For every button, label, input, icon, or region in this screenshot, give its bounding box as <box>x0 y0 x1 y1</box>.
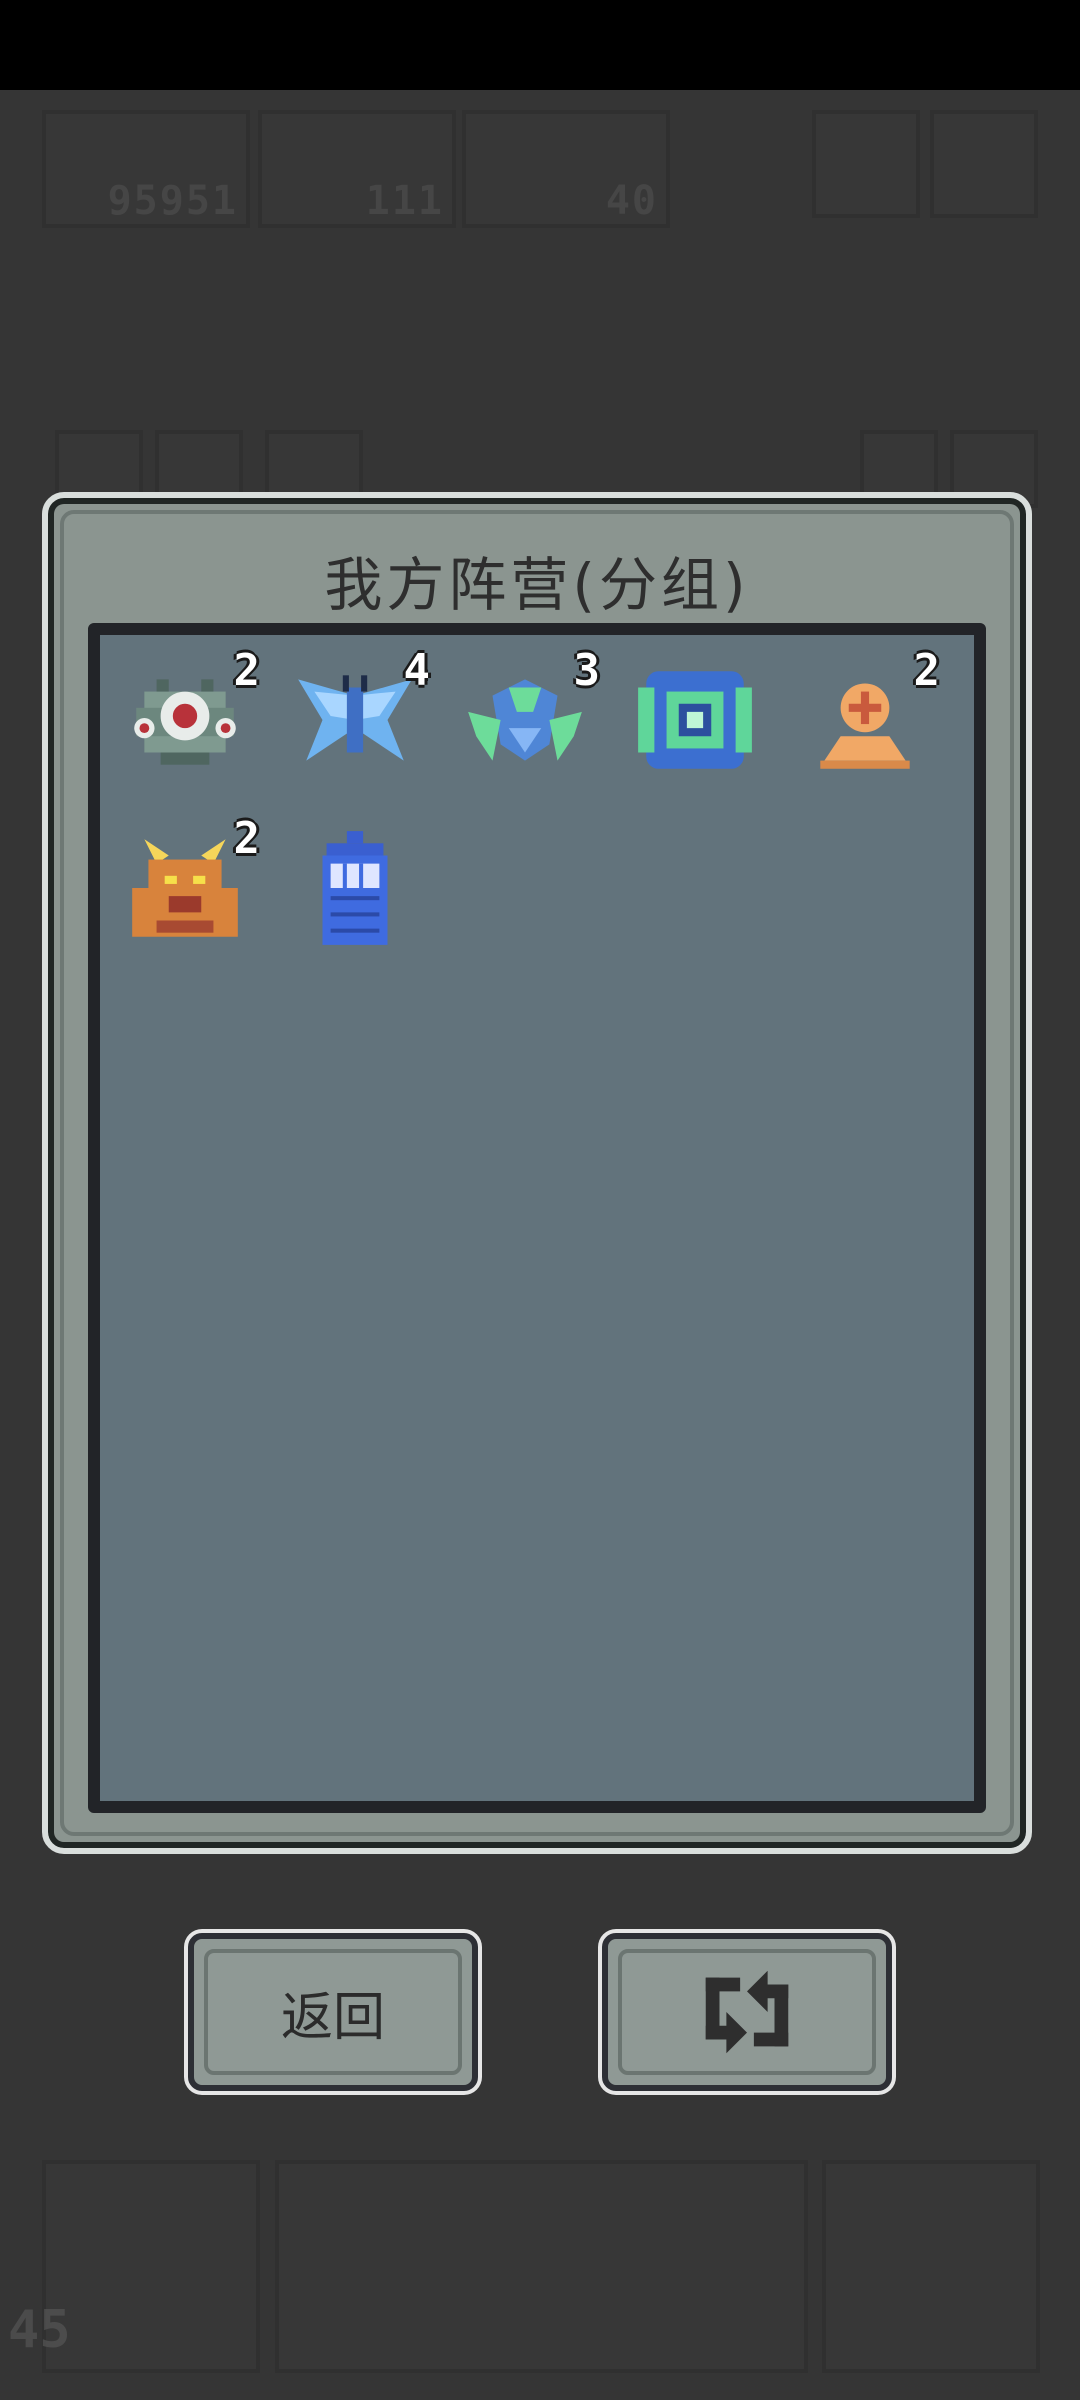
team-dialog: 我方阵营(分组) 2 4 3 2 2 <box>42 492 1032 1854</box>
unit-slot[interactable]: 2 <box>800 645 940 795</box>
cross-counter: 40 <box>462 110 670 228</box>
unit-slot[interactable] <box>630 655 770 795</box>
unit-count: 2 <box>233 813 261 864</box>
unit-count: 4 <box>403 645 431 696</box>
orange-bust-icon <box>820 683 910 769</box>
center-panel-bg <box>275 2160 808 2373</box>
swap-arrows-icon <box>705 1970 789 2054</box>
back-button[interactable]: 返回 <box>188 1933 478 2091</box>
unit-slot[interactable]: 3 <box>460 645 600 795</box>
settings-button-bg <box>930 110 1038 218</box>
bottom-count: 45 <box>8 2300 71 2360</box>
unit-slot[interactable] <box>290 823 430 963</box>
unit-slot[interactable]: 2 <box>120 813 260 963</box>
unit-count: 2 <box>233 645 261 696</box>
mantis-bug-icon <box>468 679 582 761</box>
eye-robot-icon <box>134 679 236 765</box>
unit-count: 3 <box>573 645 601 696</box>
coin-count: 95951 <box>107 178 238 224</box>
gem-counter: 111 <box>258 110 456 228</box>
back-button-label: 返回 <box>280 1987 385 2048</box>
unit-slot[interactable]: 4 <box>290 645 430 795</box>
unit-grid: 2 4 3 2 2 <box>88 623 986 1813</box>
coin-counter: 95951 <box>42 110 250 228</box>
unit-button-bg <box>822 2160 1040 2373</box>
attack-button-bg <box>42 2160 260 2373</box>
unit-count: 2 <box>913 645 941 696</box>
status-bar <box>0 0 1080 90</box>
swap-button[interactable] <box>602 1933 892 2091</box>
blue-booth-icon <box>322 831 388 945</box>
cross-count: 40 <box>605 178 658 224</box>
dialog-title: 我方阵营(分组) <box>324 551 750 619</box>
menu-button-bg <box>812 110 920 218</box>
shield-core-icon <box>638 671 752 769</box>
ice-moth-icon <box>298 675 412 761</box>
unit-slot[interactable]: 2 <box>120 645 260 795</box>
gem-count: 111 <box>365 178 444 224</box>
horned-beast-icon <box>132 839 238 937</box>
